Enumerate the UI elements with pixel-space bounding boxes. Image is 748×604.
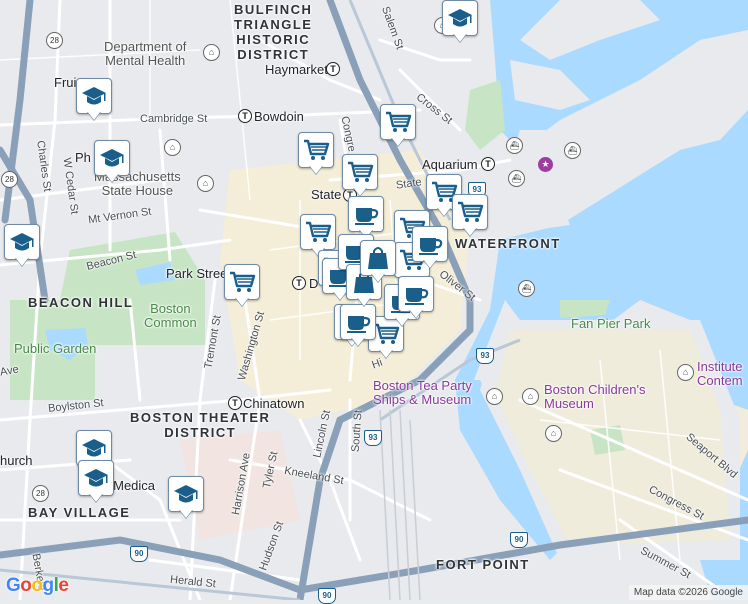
district-beacon-hill: BEACON HILL (28, 295, 134, 310)
grocery-icon (342, 154, 378, 190)
education-icon (76, 78, 112, 114)
subway-icon[interactable]: T (228, 396, 242, 410)
place-fan-pier-park[interactable]: Fan Pier Park (571, 316, 650, 331)
education-marker[interactable] (168, 476, 204, 522)
cafe-marker[interactable] (398, 276, 434, 322)
grocery-marker[interactable] (224, 264, 260, 310)
district-boston-theater: BOSTON THEATER DISTRICT (130, 410, 271, 440)
place-childrens-museum[interactable]: Boston Children's Museum (544, 383, 645, 411)
interstate-93-shield-icon: 93 (364, 430, 382, 446)
place-haymarket[interactable]: Haymarket (265, 62, 328, 77)
education-marker[interactable] (76, 78, 112, 124)
education-icon (78, 460, 114, 496)
cafe-icon (398, 276, 434, 312)
museum-icon[interactable]: ⌂ (522, 388, 539, 405)
interstate-90-shield-icon: 90 (130, 546, 148, 562)
subway-icon[interactable]: T (326, 62, 340, 76)
place-aquarium[interactable]: Aquarium (422, 157, 478, 172)
place-dept-mental-health[interactable]: Department of Mental Health (104, 40, 186, 68)
shopping-icon (360, 240, 396, 276)
place-d-station: D (309, 276, 319, 291)
museum-icon[interactable]: ⌂ (677, 364, 694, 381)
grocery-icon (224, 264, 260, 300)
museum-icon[interactable]: ⌂ (486, 388, 503, 405)
ferry-icon[interactable]: ⛴ (506, 137, 523, 154)
district-bay-village: BAY VILLAGE (28, 505, 131, 520)
place-institute[interactable]: Institute Contem (697, 360, 743, 388)
landmark-icon[interactable]: ★ (538, 157, 553, 172)
route-28-shield-icon: 28 (1, 171, 18, 188)
education-icon (94, 140, 130, 176)
building-icon[interactable]: ⌂ (203, 44, 220, 61)
grocery-marker[interactable] (452, 194, 488, 240)
interstate-93-shield-icon: 93 (476, 348, 494, 364)
ferry-icon[interactable]: ⛴ (508, 170, 525, 187)
grocery-icon (380, 104, 416, 140)
grocery-marker[interactable] (342, 154, 378, 200)
ferry-icon[interactable]: ⛴ (518, 280, 535, 297)
place-state[interactable]: State (311, 187, 341, 202)
cafe-marker[interactable] (412, 226, 448, 272)
education-icon (442, 0, 478, 36)
education-marker[interactable] (94, 140, 130, 186)
building-icon[interactable]: ⌂ (164, 139, 181, 156)
interstate-90-shield-icon: 90 (318, 588, 336, 604)
place-public-garden[interactable]: Public Garden (14, 341, 96, 356)
district-bulfinch: BULFINCH TRIANGLE HISTORIC DISTRICT (234, 2, 313, 62)
map-attribution[interactable]: Map data ©2026 Google (628, 585, 748, 600)
grocery-icon (452, 194, 488, 230)
shopping-marker[interactable] (360, 240, 396, 286)
subway-icon[interactable]: T (238, 109, 252, 123)
ferry-icon[interactable]: ⛴ (564, 142, 581, 159)
education-marker[interactable] (4, 224, 40, 270)
street-cambridge-st: Cambridge St (140, 113, 208, 125)
place-church: hurch (0, 453, 33, 468)
grocery-marker[interactable] (380, 104, 416, 150)
cafe-icon (412, 226, 448, 262)
subway-icon[interactable]: T (292, 276, 306, 290)
museum-icon[interactable]: ⌂ (545, 425, 562, 442)
education-marker[interactable] (78, 460, 114, 506)
google-logo: Google (6, 575, 69, 596)
cafe-icon (348, 196, 384, 232)
grocery-icon (298, 132, 334, 168)
route-28-shield-icon: 28 (32, 485, 49, 502)
cafe-marker[interactable] (340, 304, 376, 350)
place-bowdoin[interactable]: Bowdoin (254, 109, 304, 124)
education-icon (4, 224, 40, 260)
education-icon (168, 476, 204, 512)
place-park-street[interactable]: Park Street (166, 266, 231, 281)
education-marker[interactable] (442, 0, 478, 46)
interstate-90-shield-icon: 90 (510, 532, 528, 548)
route-28-shield-icon: 28 (46, 32, 63, 49)
place-boston-common[interactable]: Boston Common (144, 302, 197, 330)
grocery-marker[interactable] (298, 132, 334, 178)
district-fort-point: FORT POINT (436, 557, 530, 572)
building-icon[interactable]: ⌂ (197, 175, 214, 192)
place-tea-party[interactable]: Boston Tea Party Ships & Museum (373, 379, 472, 407)
grocery-icon (300, 214, 336, 250)
place-chinatown[interactable]: Chinatown (243, 396, 304, 411)
place-ph: Ph (75, 150, 91, 165)
subway-icon[interactable]: T (481, 157, 495, 171)
